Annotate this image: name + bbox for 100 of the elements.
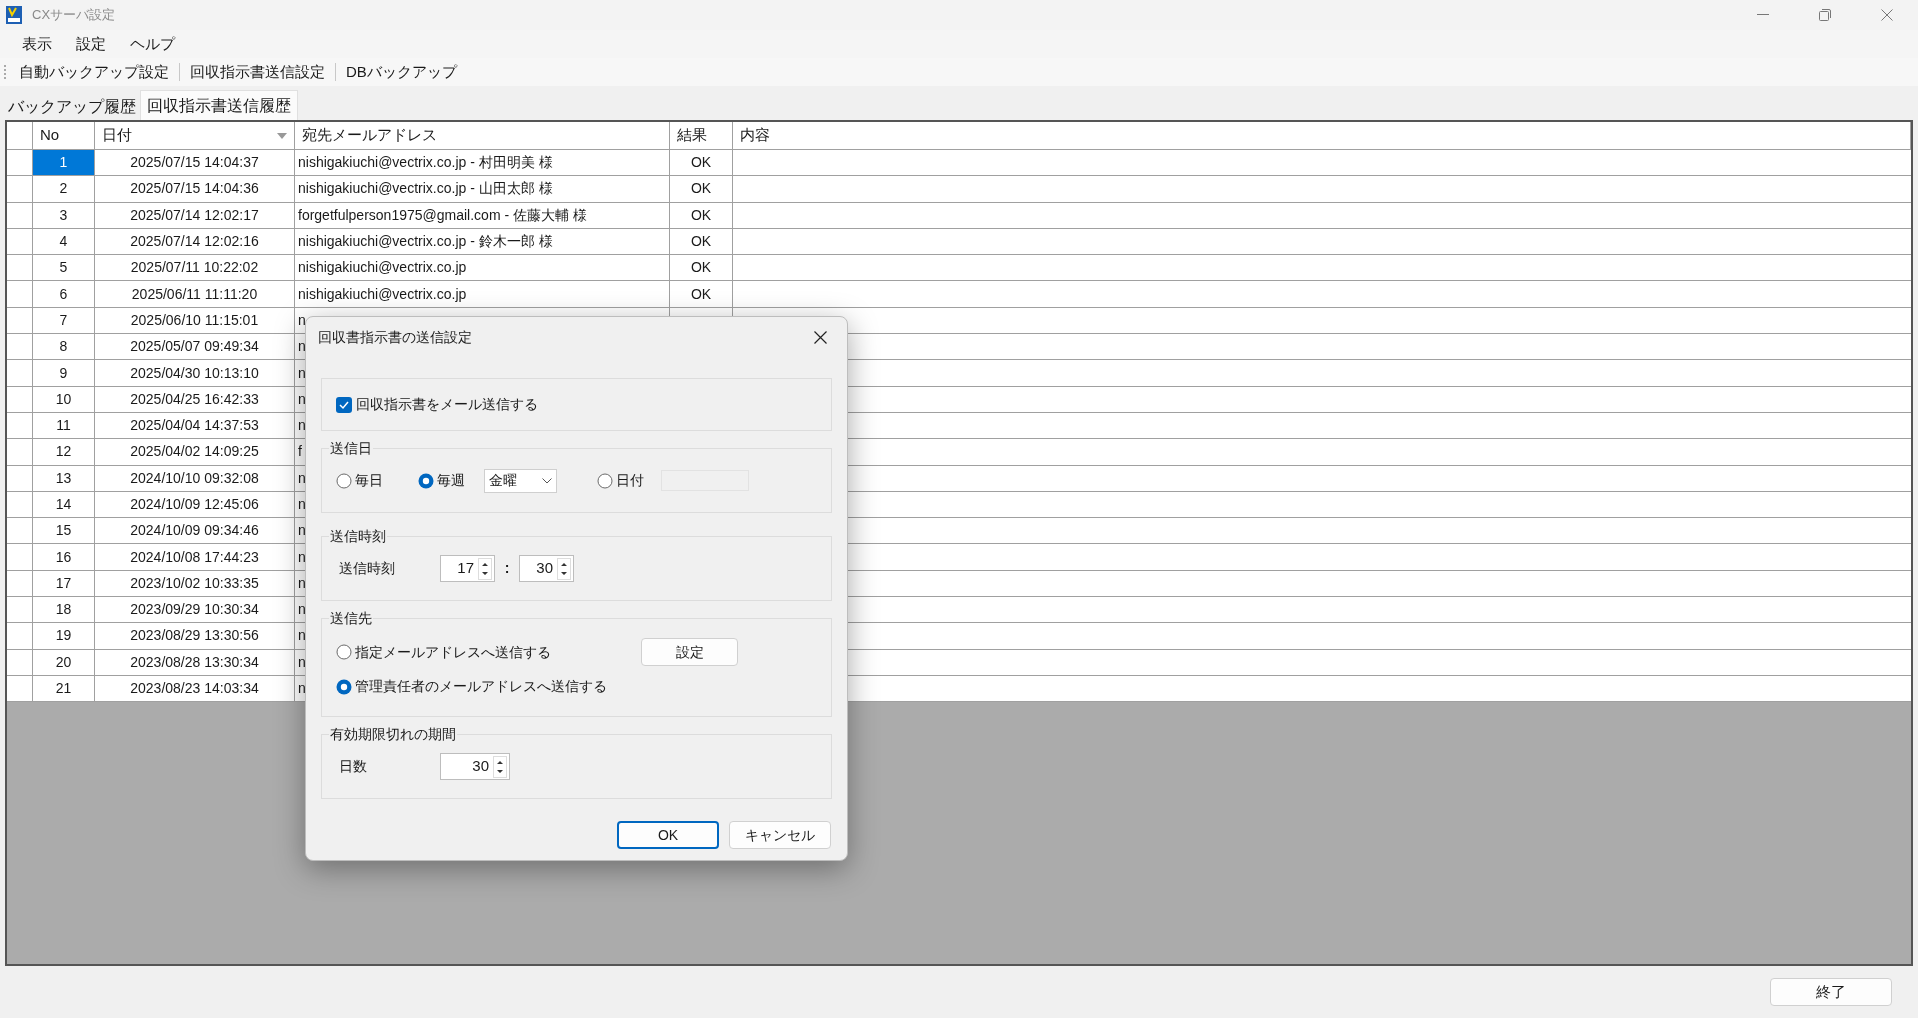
- table-cell: OK: [670, 255, 733, 281]
- table-cell: 2023/08/29 13:30:56: [95, 623, 295, 649]
- table-cell: nishigakiuchi@vectrix.co.jp: [295, 281, 670, 307]
- field-label: 日数: [338, 757, 368, 776]
- settings-button[interactable]: 設定: [641, 638, 738, 666]
- menu-item[interactable]: ヘルプ: [118, 32, 187, 56]
- table-cell: 2025/07/15 14:04:37: [95, 150, 295, 176]
- radio-label: 毎週: [437, 471, 465, 490]
- table-cell: 2023/10/02 10:33:35: [95, 570, 295, 597]
- cancel-button[interactable]: キャンセル: [729, 821, 831, 849]
- spin-value: 17: [456, 558, 475, 579]
- table-cell: 2024/10/10 09:32:08: [95, 465, 295, 491]
- column-header[interactable]: 結果: [670, 122, 733, 149]
- field-label: 送信時刻: [338, 559, 396, 578]
- table-cell: 2023/08/28 13:30:34: [95, 649, 295, 675]
- column-header[interactable]: No: [33, 122, 95, 149]
- spin-value: 30: [535, 558, 554, 579]
- minute-spinner[interactable]: 30: [519, 555, 574, 582]
- table-cell: nishigakiuchi@vectrix.co.jp: [295, 255, 670, 281]
- close-icon: [1881, 9, 1893, 21]
- table-cell: OK: [670, 228, 733, 255]
- table-cell: 2024/10/09 09:34:46: [95, 518, 295, 544]
- table-cell: 8: [33, 334, 95, 360]
- table-cell: 1: [33, 150, 95, 176]
- table-cell: nishigakiuchi@vectrix.co.jp - 村田明美 様: [295, 150, 670, 176]
- table-cell: 2025/07/11 10:22:02: [95, 255, 295, 281]
- table-cell: 2023/08/23 14:03:34: [95, 675, 295, 702]
- table-cell: 15: [33, 518, 95, 544]
- toolbar-button[interactable]: 自動バックアップ設定: [15, 60, 173, 84]
- table-cell: 2025/04/25 16:42:33: [95, 386, 295, 412]
- table-cell: 19: [33, 623, 95, 649]
- dropdown-value: 金曜: [489, 471, 518, 490]
- table-cell: 2024/10/09 12:45:06: [95, 491, 295, 518]
- table-cell: 2: [33, 176, 95, 202]
- header-label: 結果: [677, 125, 707, 146]
- table-cell: 2025/06/11 11:11:20: [95, 281, 295, 307]
- table-cell: 20: [33, 649, 95, 675]
- table-cell: 14: [33, 491, 95, 518]
- radio-button[interactable]: [336, 678, 352, 695]
- toolbar-grip-icon: [4, 64, 7, 80]
- group-title: 有効期限切れの期間: [329, 724, 457, 745]
- table-cell: OK: [670, 202, 733, 228]
- table-cell: OK: [670, 281, 733, 307]
- radio-label: 日付: [616, 471, 644, 490]
- tab[interactable]: 回収指示書送信履歴: [140, 90, 298, 120]
- table-cell: OK: [670, 176, 733, 202]
- exit-button[interactable]: 終了: [1770, 978, 1892, 1006]
- column-header[interactable]: 内容: [733, 122, 1911, 149]
- table-cell: 2025/06/10 11:15:01: [95, 307, 295, 334]
- table-cell: 6: [33, 281, 95, 307]
- radio-label: 毎日: [355, 471, 383, 490]
- table-cell: 2023/09/29 10:30:34: [95, 597, 295, 623]
- weekday-dropdown[interactable]: 金曜: [484, 468, 557, 493]
- table-cell: 16: [33, 544, 95, 570]
- checkbox[interactable]: [336, 396, 352, 413]
- ok-button[interactable]: OK: [617, 821, 719, 849]
- column-header[interactable]: 宛先メールアドレス: [295, 122, 670, 149]
- radio-label: 管理責任者のメールアドレスへ送信する: [355, 677, 607, 696]
- window-title: CXサーバ設定: [32, 6, 116, 25]
- radio-button[interactable]: [336, 644, 352, 660]
- table-cell: 4: [33, 228, 95, 255]
- close-icon: [813, 330, 827, 344]
- time-separator: :: [503, 559, 511, 578]
- toolbar-button[interactable]: 回収指示書送信設定: [186, 60, 329, 84]
- radio-button[interactable]: [418, 472, 434, 489]
- spinner-arrows-icon[interactable]: [493, 755, 507, 778]
- header-label: 内容: [740, 125, 770, 146]
- spinner-arrows-icon[interactable]: [557, 557, 571, 580]
- table-cell: 3: [33, 202, 95, 228]
- spinner-arrows-icon[interactable]: [478, 557, 492, 580]
- table-cell: 21: [33, 675, 95, 702]
- table-cell: 2025/07/15 14:04:36: [95, 176, 295, 202]
- table-cell: 10: [33, 386, 95, 412]
- table-cell: 11: [33, 412, 95, 439]
- toolbar-button[interactable]: DBバックアップ: [342, 60, 461, 84]
- column-header[interactable]: 日付: [95, 122, 295, 149]
- table-cell: 9: [33, 360, 95, 386]
- hour-spinner[interactable]: 17: [440, 555, 495, 582]
- spin-value: 30: [471, 756, 490, 777]
- table-cell: 2025/07/14 12:02:17: [95, 202, 295, 228]
- table-cell: forgetfulperson1975@gmail.com - 佐藤大輔 様: [295, 202, 670, 228]
- menu-item[interactable]: 表示: [10, 32, 64, 56]
- table-cell: 2025/04/30 10:13:10: [95, 360, 295, 386]
- header-label: 宛先メールアドレス: [302, 125, 437, 146]
- minimize-icon: [1757, 14, 1769, 16]
- table-cell: nishigakiuchi@vectrix.co.jp - 鈴木一郎 様: [295, 228, 670, 255]
- menu-item[interactable]: 設定: [64, 32, 118, 56]
- table-cell: 18: [33, 597, 95, 623]
- radio-button[interactable]: [597, 472, 613, 489]
- table-cell: 13: [33, 465, 95, 491]
- table-cell: 2025/07/14 12:02:16: [95, 228, 295, 255]
- days-spinner[interactable]: 30: [440, 753, 510, 780]
- table-cell: 2024/10/08 17:44:23: [95, 544, 295, 570]
- header-label: No: [40, 125, 60, 146]
- table-cell: nishigakiuchi@vectrix.co.jp - 山田太郎 様: [295, 176, 670, 202]
- app-icon: [6, 6, 22, 24]
- radio-button[interactable]: [336, 472, 352, 489]
- chevron-down-icon: [542, 477, 552, 484]
- header-label: 日付: [102, 125, 132, 146]
- table-cell: 2025/05/07 09:49:34: [95, 334, 295, 360]
